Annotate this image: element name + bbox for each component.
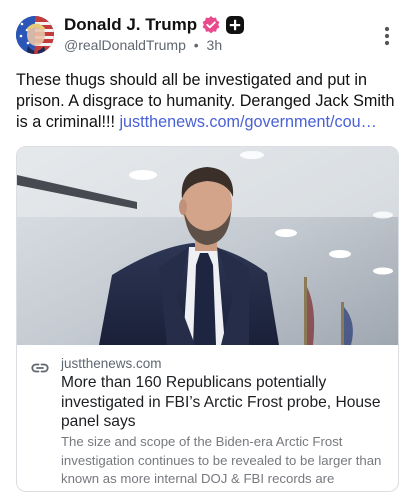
- post-timestamp[interactable]: 3h: [207, 37, 223, 53]
- card-description: The size and scope of the Biden-era Arct…: [61, 434, 382, 491]
- link-preview-card[interactable]: justthenews.com More than 160 Republican…: [16, 146, 399, 492]
- card-image[interactable]: [17, 147, 398, 345]
- more-options-icon[interactable]: [376, 25, 398, 47]
- card-title[interactable]: More than 160 Republicans potentially in…: [61, 373, 391, 432]
- post-container: Donald J. Trump @realDonaldTrump • 3h Th…: [0, 0, 415, 500]
- plus-badge-icon: [225, 15, 245, 35]
- display-name[interactable]: Donald J. Trump: [64, 15, 197, 35]
- link-icon: [31, 359, 49, 377]
- author-name-row: Donald J. Trump: [64, 14, 245, 36]
- card-body: justthenews.com More than 160 Republican…: [17, 345, 398, 491]
- post-link[interactable]: justthenews.com/government/cou…: [119, 113, 376, 131]
- verified-badge-icon: [201, 15, 221, 35]
- post-text: These thugs should all be investigated a…: [16, 70, 399, 133]
- avatar[interactable]: [16, 16, 54, 54]
- card-domain: justthenews.com: [61, 356, 162, 371]
- handle-row: @realDonaldTrump • 3h: [64, 37, 222, 53]
- author-handle[interactable]: @realDonaldTrump: [64, 37, 186, 53]
- meta-separator: •: [193, 37, 199, 53]
